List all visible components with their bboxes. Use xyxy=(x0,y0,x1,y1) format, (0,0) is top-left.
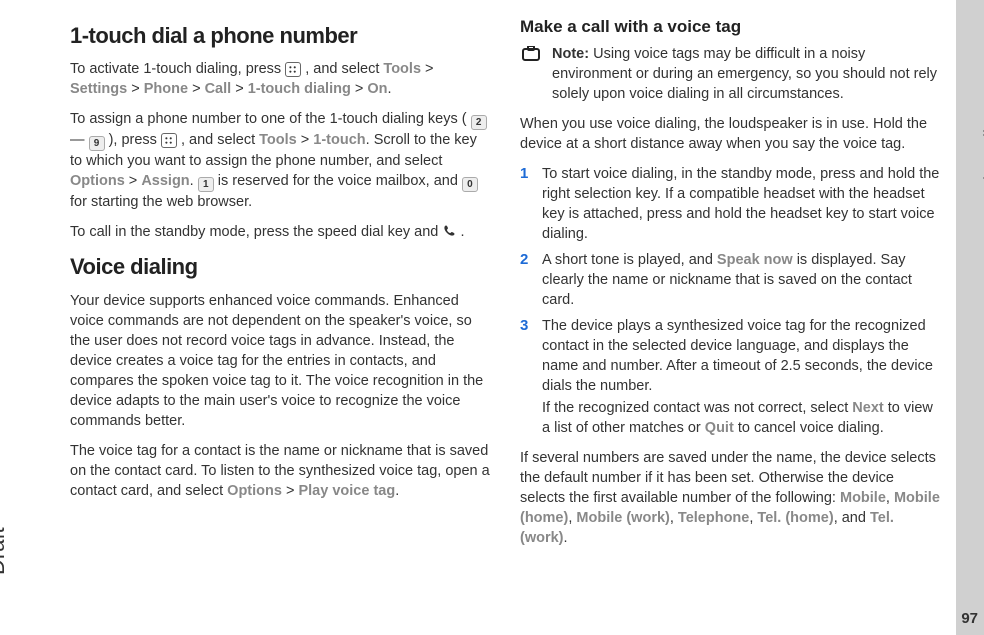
paragraph-call-standby: To call in the standby mode, press the s… xyxy=(70,222,490,242)
heading-voice-dialing: Voice dialing xyxy=(70,252,490,282)
menu-1touch: 1-touch xyxy=(313,132,365,148)
menu-on: On xyxy=(367,81,387,97)
steps-list: To start voice dialing, in the standby m… xyxy=(520,164,940,438)
note-text: Note: Using voice tags may be difficult … xyxy=(552,44,940,104)
paragraph-assign: To assign a phone number to one of the 1… xyxy=(70,109,490,212)
call-key-icon xyxy=(442,224,456,238)
step-3-sub: If the recognized contact was not correc… xyxy=(542,398,940,438)
paragraph-activate: To activate 1-touch dialing, press , and… xyxy=(70,59,490,99)
menu-key-icon xyxy=(285,62,301,77)
left-column: 1-touch dial a phone number To activate … xyxy=(70,15,490,615)
key-2-icon: 2 xyxy=(471,115,487,130)
section-side-tab: Make calls 97 xyxy=(956,0,984,635)
paragraph-multiple-numbers: If several numbers are saved under the n… xyxy=(520,448,940,548)
softkey-quit: Quit xyxy=(705,420,734,436)
paragraph-voice-intro: Your device supports enhanced voice comm… xyxy=(70,291,490,431)
num-type-mobile: Mobile xyxy=(840,490,886,506)
key-0-icon: 0 xyxy=(462,177,478,192)
draft-watermark: Draft xyxy=(0,527,10,575)
paragraph-voice-tag: The voice tag for a contact is the name … xyxy=(70,441,490,501)
menu-play-voice-tag: Play voice tag xyxy=(298,483,395,499)
key-1-icon: 1 xyxy=(198,177,214,192)
heading-make-call-voice: Make a call with a voice tag xyxy=(520,15,940,38)
menu-key-icon xyxy=(161,133,177,148)
menu-call: Call xyxy=(205,81,232,97)
step-2: A short tone is played, and Speak now is… xyxy=(520,250,940,310)
menu-settings: Settings xyxy=(70,81,127,97)
right-column: Make a call with a voice tag Note: Using… xyxy=(520,15,940,615)
label-speak-now: Speak now xyxy=(717,252,793,268)
page-number: 97 xyxy=(961,610,978,627)
num-type-mobile-work: Mobile (work) xyxy=(576,510,669,526)
num-type-tel-home: Tel. (home) xyxy=(757,510,833,526)
num-type-telephone: Telephone xyxy=(678,510,749,526)
key-9-icon: 9 xyxy=(89,136,105,151)
heading-1touch: 1-touch dial a phone number xyxy=(70,21,490,51)
menu-1touch-dialing: 1-touch dialing xyxy=(248,81,351,97)
step-1: To start voice dialing, in the standby m… xyxy=(520,164,940,244)
menu-assign: Assign xyxy=(141,173,189,189)
menu-phone: Phone xyxy=(144,81,188,97)
paragraph-loudspeaker: When you use voice dialing, the loudspea… xyxy=(520,114,940,154)
note-block: Note: Using voice tags may be difficult … xyxy=(520,44,940,104)
menu-options: Options xyxy=(227,483,282,499)
step-3: The device plays a synthesized voice tag… xyxy=(520,316,940,438)
page-content: 1-touch dial a phone number To activate … xyxy=(70,15,940,615)
note-icon xyxy=(522,46,544,62)
menu-tools: Tools xyxy=(383,61,421,77)
menu-tools: Tools xyxy=(259,132,297,148)
menu-options: Options xyxy=(70,173,125,189)
softkey-next: Next xyxy=(852,400,883,416)
